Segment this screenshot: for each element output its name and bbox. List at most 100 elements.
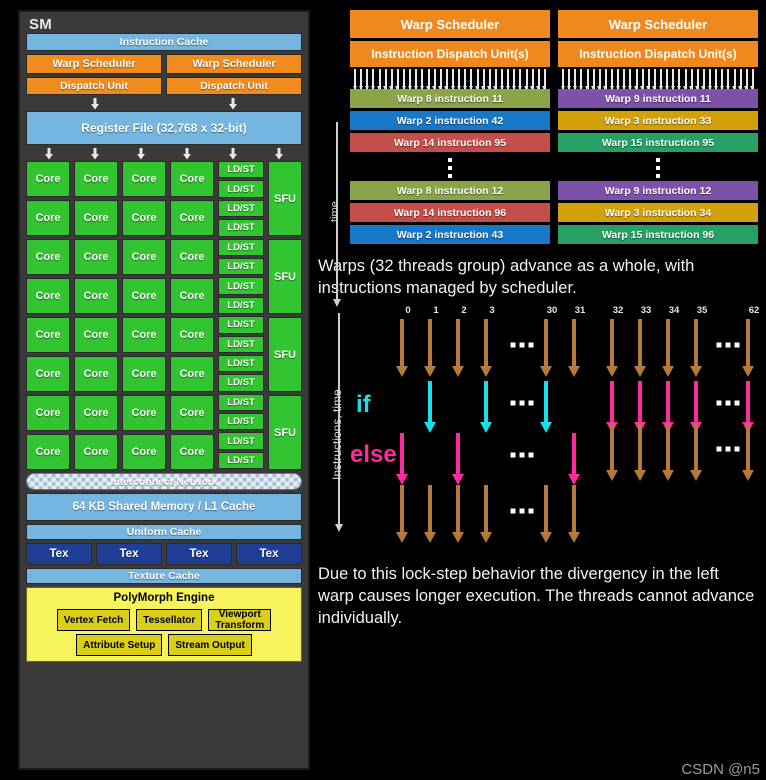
ellipsis-dots bbox=[716, 446, 740, 452]
dispatch-tick-icon bbox=[487, 69, 492, 90]
warp-instruction-bar: Warp 15 instruction 95 bbox=[558, 133, 758, 152]
thread-index-label: 34 bbox=[668, 305, 680, 316]
thread-arrow-brown bbox=[634, 319, 647, 377]
dispatch-tick-icon bbox=[585, 69, 589, 90]
vertical-ellipsis bbox=[558, 155, 758, 181]
thread-arrow-brown bbox=[634, 423, 647, 481]
tex-unit: Tex bbox=[26, 543, 92, 565]
dispatch-comb bbox=[558, 67, 758, 90]
dispatch-tick-icon bbox=[652, 69, 657, 90]
ldst-unit: LD/ST bbox=[218, 393, 264, 412]
ldst-unit: LD/ST bbox=[218, 451, 264, 470]
polymorph-stage: Tessellator bbox=[136, 609, 203, 631]
ldst-unit: LD/ST bbox=[218, 180, 264, 198]
dispatch-tick-icon bbox=[658, 69, 663, 90]
core-row: Core Core Core Core bbox=[26, 395, 214, 431]
core-block: Core bbox=[170, 200, 214, 236]
interconnect-row: Interconnect Network bbox=[26, 473, 302, 490]
thread-arrow-brown bbox=[540, 319, 553, 377]
thread-arrow-brown bbox=[662, 423, 675, 481]
tex-row: Tex Tex Tex Tex bbox=[26, 543, 302, 565]
polymorph-stage: Vertex Fetch bbox=[56, 609, 131, 631]
dispatch-tick-icon bbox=[358, 69, 363, 90]
core-block: Core bbox=[74, 278, 118, 314]
thread-arrow-brown bbox=[480, 485, 493, 543]
vertical-ellipsis bbox=[350, 155, 550, 181]
core-block: Core bbox=[170, 317, 214, 353]
ldst-column: LD/ST LD/ST LD/ST LD/ST LD/ST LD/ST LD/ST LD/ST… bbox=[218, 161, 264, 470]
dispatch-tick-icon bbox=[609, 69, 614, 90]
sfu-unit: SFU bbox=[268, 239, 302, 314]
uniform-cache-row: Uniform Cache bbox=[26, 524, 302, 540]
thread-index-label: 0 bbox=[405, 305, 411, 316]
dispatch-tick-icon bbox=[695, 69, 700, 90]
dispatch-tick-icon bbox=[432, 69, 437, 90]
ldst-unit: LD/ST bbox=[218, 161, 264, 179]
thread-arrow-if-cyan bbox=[540, 381, 553, 433]
dispatch-unit-row: Dispatch Unit Dispatch Unit bbox=[26, 77, 302, 95]
ellipsis-dots bbox=[716, 342, 740, 348]
thread-index-label: 32 bbox=[612, 305, 624, 316]
warp-instruction-bar: Warp 15 instruction 96 bbox=[558, 225, 758, 244]
warp-scheduler-1: Warp Scheduler bbox=[166, 54, 302, 74]
core-block: Core bbox=[170, 356, 214, 392]
thread-arrow-brown bbox=[452, 319, 465, 377]
thread-arrow-brown bbox=[690, 319, 703, 377]
core-block: Core bbox=[74, 395, 118, 431]
register-file-block: Register File (32,768 x 32-bit) bbox=[26, 111, 302, 145]
scheduler-column: Warp Scheduler Instruction Dispatch Unit(… bbox=[350, 10, 550, 247]
ldst-unit: LD/ST bbox=[218, 257, 264, 276]
caption-bottom: Due to this lock-step behavior the diver… bbox=[318, 565, 755, 627]
dispatch-tick-icon bbox=[597, 69, 602, 90]
core-columns: Core Core Core Core Core Core Core Core Core Core… bbox=[26, 161, 214, 470]
shared-memory-block: 64 KB Shared Memory / L1 Cache bbox=[26, 493, 302, 521]
core-block: Core bbox=[122, 317, 166, 353]
dispatch-tick-icon bbox=[560, 69, 565, 90]
dispatch-tick-icon bbox=[462, 69, 467, 90]
warp-instruction-bar: Warp 8 instruction 12 bbox=[350, 181, 550, 200]
core-block: Core bbox=[26, 356, 70, 392]
dispatch-to-register-arrows bbox=[26, 98, 302, 110]
thread-arrow-brown bbox=[452, 485, 465, 543]
dispatch-tick-icon bbox=[517, 69, 522, 90]
core-block: Core bbox=[122, 356, 166, 392]
dispatch-tick-icon bbox=[646, 69, 651, 90]
instruction-cache-row: Instruction Cache bbox=[26, 33, 302, 51]
warp-instruction-bar: Warp 2 instruction 42 bbox=[350, 111, 550, 130]
core-block: Core bbox=[122, 161, 166, 197]
scheduler-column: Warp Scheduler Instruction Dispatch Unit(… bbox=[558, 10, 758, 247]
core-block: Core bbox=[170, 395, 214, 431]
warp-scheduler-row: Warp Scheduler Warp Scheduler bbox=[26, 54, 302, 74]
core-block: Core bbox=[170, 434, 214, 470]
arrow-down-icon bbox=[164, 98, 302, 110]
right-panel: time Warp Scheduler Instruction Dispatch … bbox=[318, 10, 759, 772]
thread-arrow-brown bbox=[568, 319, 581, 377]
divergence-columns: if else 01233031323334356263 bbox=[350, 305, 759, 555]
sfu-unit: SFU bbox=[268, 161, 302, 236]
core-block: Core bbox=[122, 278, 166, 314]
dispatch-tick-icon bbox=[364, 69, 369, 90]
time-axis-label: time bbox=[329, 201, 341, 222]
thread-arrow-brown bbox=[742, 319, 755, 377]
watermark: CSDN @n5 bbox=[681, 761, 760, 778]
vertical-ellipsis-dots bbox=[656, 156, 660, 180]
ellipsis-dots bbox=[716, 400, 740, 406]
dispatch-tick-icon bbox=[640, 69, 645, 90]
ldst-unit: LD/ST bbox=[218, 238, 264, 256]
dispatch-tick-icon bbox=[627, 69, 632, 90]
thread-arrow-else-magenta bbox=[568, 433, 581, 485]
dispatch-tick-icon bbox=[683, 69, 687, 90]
ldst-unit: LD/ST bbox=[218, 316, 264, 334]
dispatch-tick-icon bbox=[750, 69, 755, 90]
tex-unit: Tex bbox=[236, 543, 302, 565]
core-block: Core bbox=[74, 161, 118, 197]
arrow-down-icon bbox=[256, 148, 302, 160]
ldst-unit: LD/ST bbox=[218, 432, 264, 450]
core-block: Core bbox=[122, 200, 166, 236]
texture-cache-row: Texture Cache bbox=[26, 568, 302, 584]
core-block: Core bbox=[122, 239, 166, 275]
dispatch-tick-icon bbox=[419, 69, 424, 90]
dispatch-tick-icon bbox=[438, 69, 443, 90]
warp-instruction-bar: Warp 2 instruction 43 bbox=[350, 225, 550, 244]
thread-arrow-brown bbox=[742, 423, 755, 481]
